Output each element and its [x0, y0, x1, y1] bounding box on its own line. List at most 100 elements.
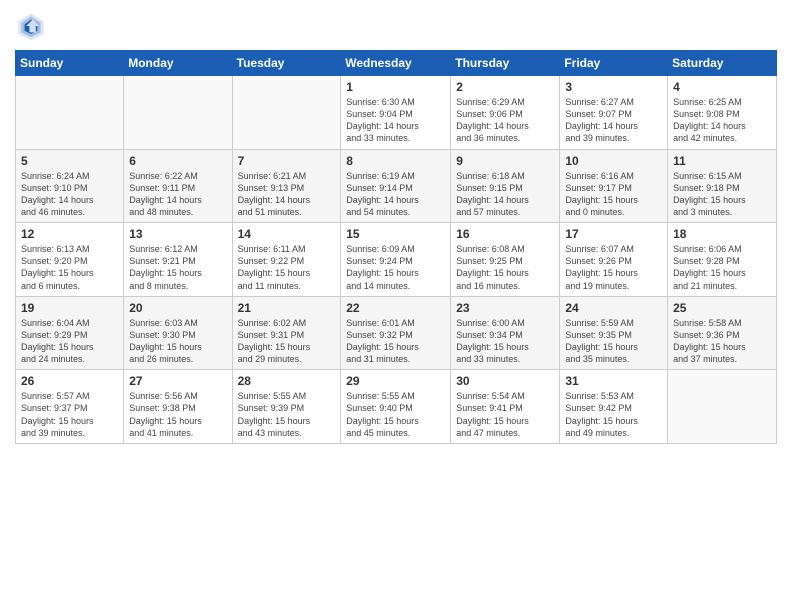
day-info: Sunrise: 6:16 AM Sunset: 9:17 PM Dayligh…	[565, 170, 662, 219]
calendar-cell: 21 Sunrise: 6:02 AM Sunset: 9:31 PM Dayli…	[232, 296, 341, 370]
week-row-1: 1 Sunrise: 6:30 AM Sunset: 9:04 PM Daylig…	[16, 76, 777, 150]
calendar-cell: 24 Sunrise: 5:59 AM Sunset: 9:35 PM Dayli…	[560, 296, 668, 370]
calendar-cell: 6 Sunrise: 6:22 AM Sunset: 9:11 PM Daylig…	[124, 149, 232, 223]
day-number: 17	[565, 227, 662, 241]
calendar-cell: 16 Sunrise: 6:08 AM Sunset: 9:25 PM Dayli…	[451, 223, 560, 297]
calendar-cell: 17 Sunrise: 6:07 AM Sunset: 9:26 PM Dayli…	[560, 223, 668, 297]
day-header-thursday: Thursday	[451, 51, 560, 76]
day-info: Sunrise: 6:09 AM Sunset: 9:24 PM Dayligh…	[346, 243, 445, 292]
day-number: 3	[565, 80, 662, 94]
day-number: 10	[565, 154, 662, 168]
day-header-monday: Monday	[124, 51, 232, 76]
day-info: Sunrise: 6:04 AM Sunset: 9:29 PM Dayligh…	[21, 317, 118, 366]
calendar-cell: 19 Sunrise: 6:04 AM Sunset: 9:29 PM Dayli…	[16, 296, 124, 370]
calendar-cell: 5Sunrise: 6:24 AM Sunset: 9:10 PM Daylig…	[16, 149, 124, 223]
day-number: 21	[238, 301, 336, 315]
calendar-cell: 25 Sunrise: 5:58 AM Sunset: 9:36 PM Dayli…	[668, 296, 777, 370]
calendar-cell: 29 Sunrise: 5:55 AM Sunset: 9:40 PM Dayli…	[341, 370, 451, 444]
day-info: Sunrise: 6:15 AM Sunset: 9:18 PM Dayligh…	[673, 170, 771, 219]
day-info: Sunrise: 6:13 AM Sunset: 9:20 PM Dayligh…	[21, 243, 118, 292]
day-number: 20	[129, 301, 226, 315]
day-number: 24	[565, 301, 662, 315]
day-number: 23	[456, 301, 554, 315]
day-info: Sunrise: 5:54 AM Sunset: 9:41 PM Dayligh…	[456, 390, 554, 439]
day-info: Sunrise: 6:11 AM Sunset: 9:22 PM Dayligh…	[238, 243, 336, 292]
day-info: Sunrise: 5:55 AM Sunset: 9:40 PM Dayligh…	[346, 390, 445, 439]
calendar-cell: 15 Sunrise: 6:09 AM Sunset: 9:24 PM Dayli…	[341, 223, 451, 297]
calendar-cell: 2 Sunrise: 6:29 AM Sunset: 9:06 PM Daylig…	[451, 76, 560, 150]
calendar-cell: 18 Sunrise: 6:06 AM Sunset: 9:28 PM Dayli…	[668, 223, 777, 297]
day-info: Sunrise: 6:02 AM Sunset: 9:31 PM Dayligh…	[238, 317, 336, 366]
day-number: 12	[21, 227, 118, 241]
day-info: Sunrise: 6:27 AM Sunset: 9:07 PM Dayligh…	[565, 96, 662, 145]
header-row: SundayMondayTuesdayWednesdayThursdayFrid…	[16, 51, 777, 76]
logo-icon	[15, 10, 47, 42]
day-number: 30	[456, 374, 554, 388]
day-number: 18	[673, 227, 771, 241]
day-header-wednesday: Wednesday	[341, 51, 451, 76]
day-info: Sunrise: 6:21 AM Sunset: 9:13 PM Dayligh…	[238, 170, 336, 219]
day-info: Sunrise: 6:07 AM Sunset: 9:26 PM Dayligh…	[565, 243, 662, 292]
day-number: 4	[673, 80, 771, 94]
calendar-cell: 13 Sunrise: 6:12 AM Sunset: 9:21 PM Dayli…	[124, 223, 232, 297]
calendar-cell	[16, 76, 124, 150]
calendar-cell: 3 Sunrise: 6:27 AM Sunset: 9:07 PM Daylig…	[560, 76, 668, 150]
day-number: 22	[346, 301, 445, 315]
calendar-cell: 9Sunrise: 6:18 AM Sunset: 9:15 PM Daylig…	[451, 149, 560, 223]
calendar-cell: 30 Sunrise: 5:54 AM Sunset: 9:41 PM Dayli…	[451, 370, 560, 444]
calendar-cell	[124, 76, 232, 150]
day-number: 27	[129, 374, 226, 388]
day-number: 11	[673, 154, 771, 168]
day-number: 13	[129, 227, 226, 241]
calendar-cell	[668, 370, 777, 444]
page: SundayMondayTuesdayWednesdayThursdayFrid…	[0, 0, 792, 612]
header	[15, 10, 777, 42]
day-header-sunday: Sunday	[16, 51, 124, 76]
day-info: Sunrise: 6:19 AM Sunset: 9:14 PM Dayligh…	[346, 170, 445, 219]
day-info: Sunrise: 5:56 AM Sunset: 9:38 PM Dayligh…	[129, 390, 226, 439]
calendar-cell: 23Sunrise: 6:00 AM Sunset: 9:34 PM Dayli…	[451, 296, 560, 370]
day-header-saturday: Saturday	[668, 51, 777, 76]
calendar-cell: 27 Sunrise: 5:56 AM Sunset: 9:38 PM Dayli…	[124, 370, 232, 444]
day-number: 9	[456, 154, 554, 168]
day-number: 16	[456, 227, 554, 241]
day-info: Sunrise: 6:01 AM Sunset: 9:32 PM Dayligh…	[346, 317, 445, 366]
day-number: 26	[21, 374, 118, 388]
day-info: Sunrise: 6:06 AM Sunset: 9:28 PM Dayligh…	[673, 243, 771, 292]
day-number: 1	[346, 80, 445, 94]
calendar-cell: 11 Sunrise: 6:15 AM Sunset: 9:18 PM Dayli…	[668, 149, 777, 223]
day-info: Sunrise: 6:30 AM Sunset: 9:04 PM Dayligh…	[346, 96, 445, 145]
calendar-cell: 8 Sunrise: 6:19 AM Sunset: 9:14 PM Daylig…	[341, 149, 451, 223]
day-number: 8	[346, 154, 445, 168]
day-number: 6	[129, 154, 226, 168]
calendar-cell: 7 Sunrise: 6:21 AM Sunset: 9:13 PM Daylig…	[232, 149, 341, 223]
day-info: Sunrise: 6:08 AM Sunset: 9:25 PM Dayligh…	[456, 243, 554, 292]
day-info: Sunrise: 6:22 AM Sunset: 9:11 PM Dayligh…	[129, 170, 226, 219]
calendar-cell: 14Sunrise: 6:11 AM Sunset: 9:22 PM Dayli…	[232, 223, 341, 297]
day-number: 15	[346, 227, 445, 241]
day-header-friday: Friday	[560, 51, 668, 76]
day-number: 2	[456, 80, 554, 94]
calendar-cell	[232, 76, 341, 150]
day-number: 5	[21, 154, 118, 168]
day-info: Sunrise: 5:58 AM Sunset: 9:36 PM Dayligh…	[673, 317, 771, 366]
week-row-5: 26Sunrise: 5:57 AM Sunset: 9:37 PM Dayli…	[16, 370, 777, 444]
day-number: 7	[238, 154, 336, 168]
day-info: Sunrise: 6:25 AM Sunset: 9:08 PM Dayligh…	[673, 96, 771, 145]
calendar-cell: 31Sunrise: 5:53 AM Sunset: 9:42 PM Dayli…	[560, 370, 668, 444]
day-number: 25	[673, 301, 771, 315]
day-info: Sunrise: 6:03 AM Sunset: 9:30 PM Dayligh…	[129, 317, 226, 366]
day-number: 29	[346, 374, 445, 388]
day-header-tuesday: Tuesday	[232, 51, 341, 76]
day-number: 28	[238, 374, 336, 388]
day-info: Sunrise: 6:29 AM Sunset: 9:06 PM Dayligh…	[456, 96, 554, 145]
day-info: Sunrise: 5:59 AM Sunset: 9:35 PM Dayligh…	[565, 317, 662, 366]
calendar-cell: 20 Sunrise: 6:03 AM Sunset: 9:30 PM Dayli…	[124, 296, 232, 370]
day-number: 19	[21, 301, 118, 315]
day-info: Sunrise: 6:12 AM Sunset: 9:21 PM Dayligh…	[129, 243, 226, 292]
calendar-table: SundayMondayTuesdayWednesdayThursdayFrid…	[15, 50, 777, 444]
calendar-cell: 12 Sunrise: 6:13 AM Sunset: 9:20 PM Dayli…	[16, 223, 124, 297]
logo	[15, 10, 51, 42]
week-row-3: 12 Sunrise: 6:13 AM Sunset: 9:20 PM Dayli…	[16, 223, 777, 297]
day-info: Sunrise: 5:55 AM Sunset: 9:39 PM Dayligh…	[238, 390, 336, 439]
